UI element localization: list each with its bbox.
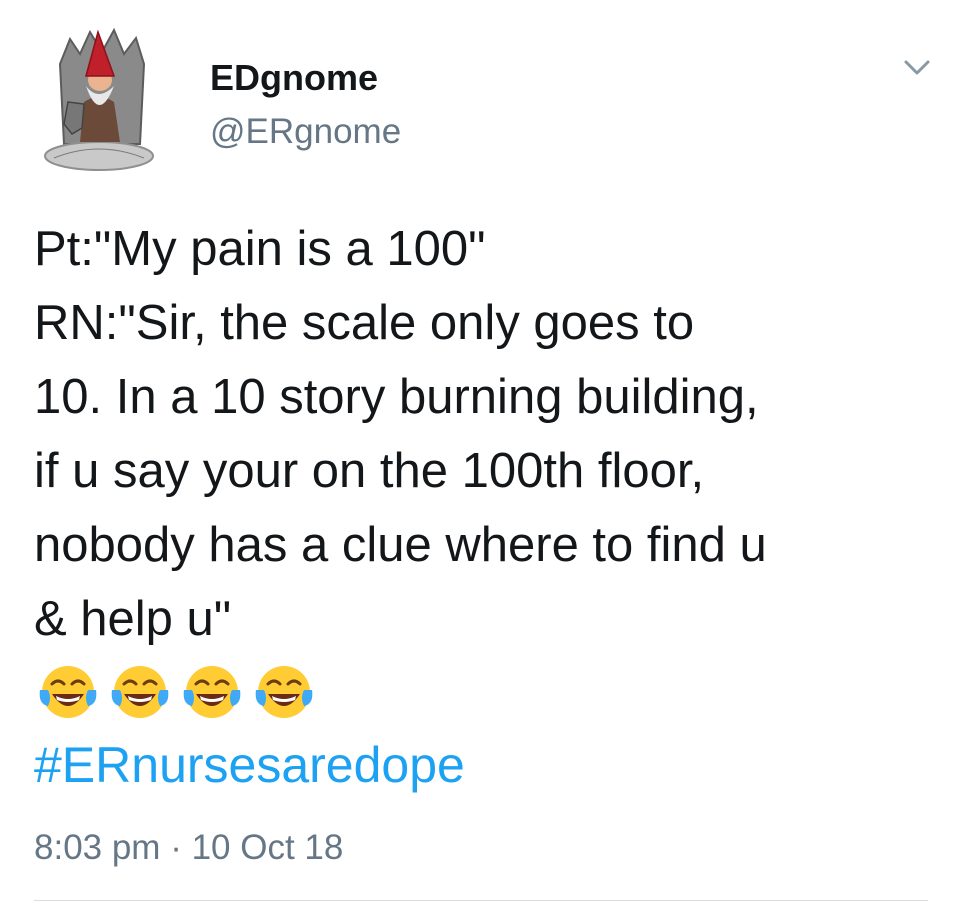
tweet-text-line: if u say your on the 100th floor, [34, 444, 705, 498]
user-avatar[interactable] [40, 24, 158, 174]
display-name[interactable]: EDgnome [210, 56, 401, 100]
tweet-text: Pt:"My pain is a 100" RN:"Sir, the scale… [34, 212, 934, 656]
tweet-timestamp[interactable]: 8:03 pm · 10 Oct 18 [34, 826, 343, 870]
tweet-text-line: & help u" [34, 592, 232, 646]
face-with-tears-of-joy-icon [111, 666, 169, 718]
tweet-text-line: nobody has a clue where to find u [34, 518, 767, 572]
gnome-on-throne-avatar-icon [44, 27, 154, 171]
chevron-down-icon [904, 60, 930, 75]
hashtag-link[interactable]: #ERnursesaredope [34, 733, 465, 797]
emoji-row [36, 660, 316, 724]
tweet-card: EDgnome @ERgnome Pt:"My pain is a 100" R… [0, 0, 960, 905]
tweet-menu-button[interactable] [900, 56, 934, 80]
tweet-text-line: RN:"Sir, the scale only goes to [34, 296, 695, 350]
tweet-text-line: Pt:"My pain is a 100" [34, 222, 486, 276]
face-with-tears-of-joy-icon [255, 666, 313, 718]
user-names: EDgnome @ERgnome [210, 56, 401, 154]
tweet-text-line: 10. In a 10 story burning building, [34, 370, 759, 424]
user-handle[interactable]: @ERgnome [210, 110, 401, 154]
face-with-tears-of-joy-icon [183, 666, 241, 718]
face-with-tears-of-joy-icon [39, 666, 97, 718]
divider [34, 900, 928, 901]
